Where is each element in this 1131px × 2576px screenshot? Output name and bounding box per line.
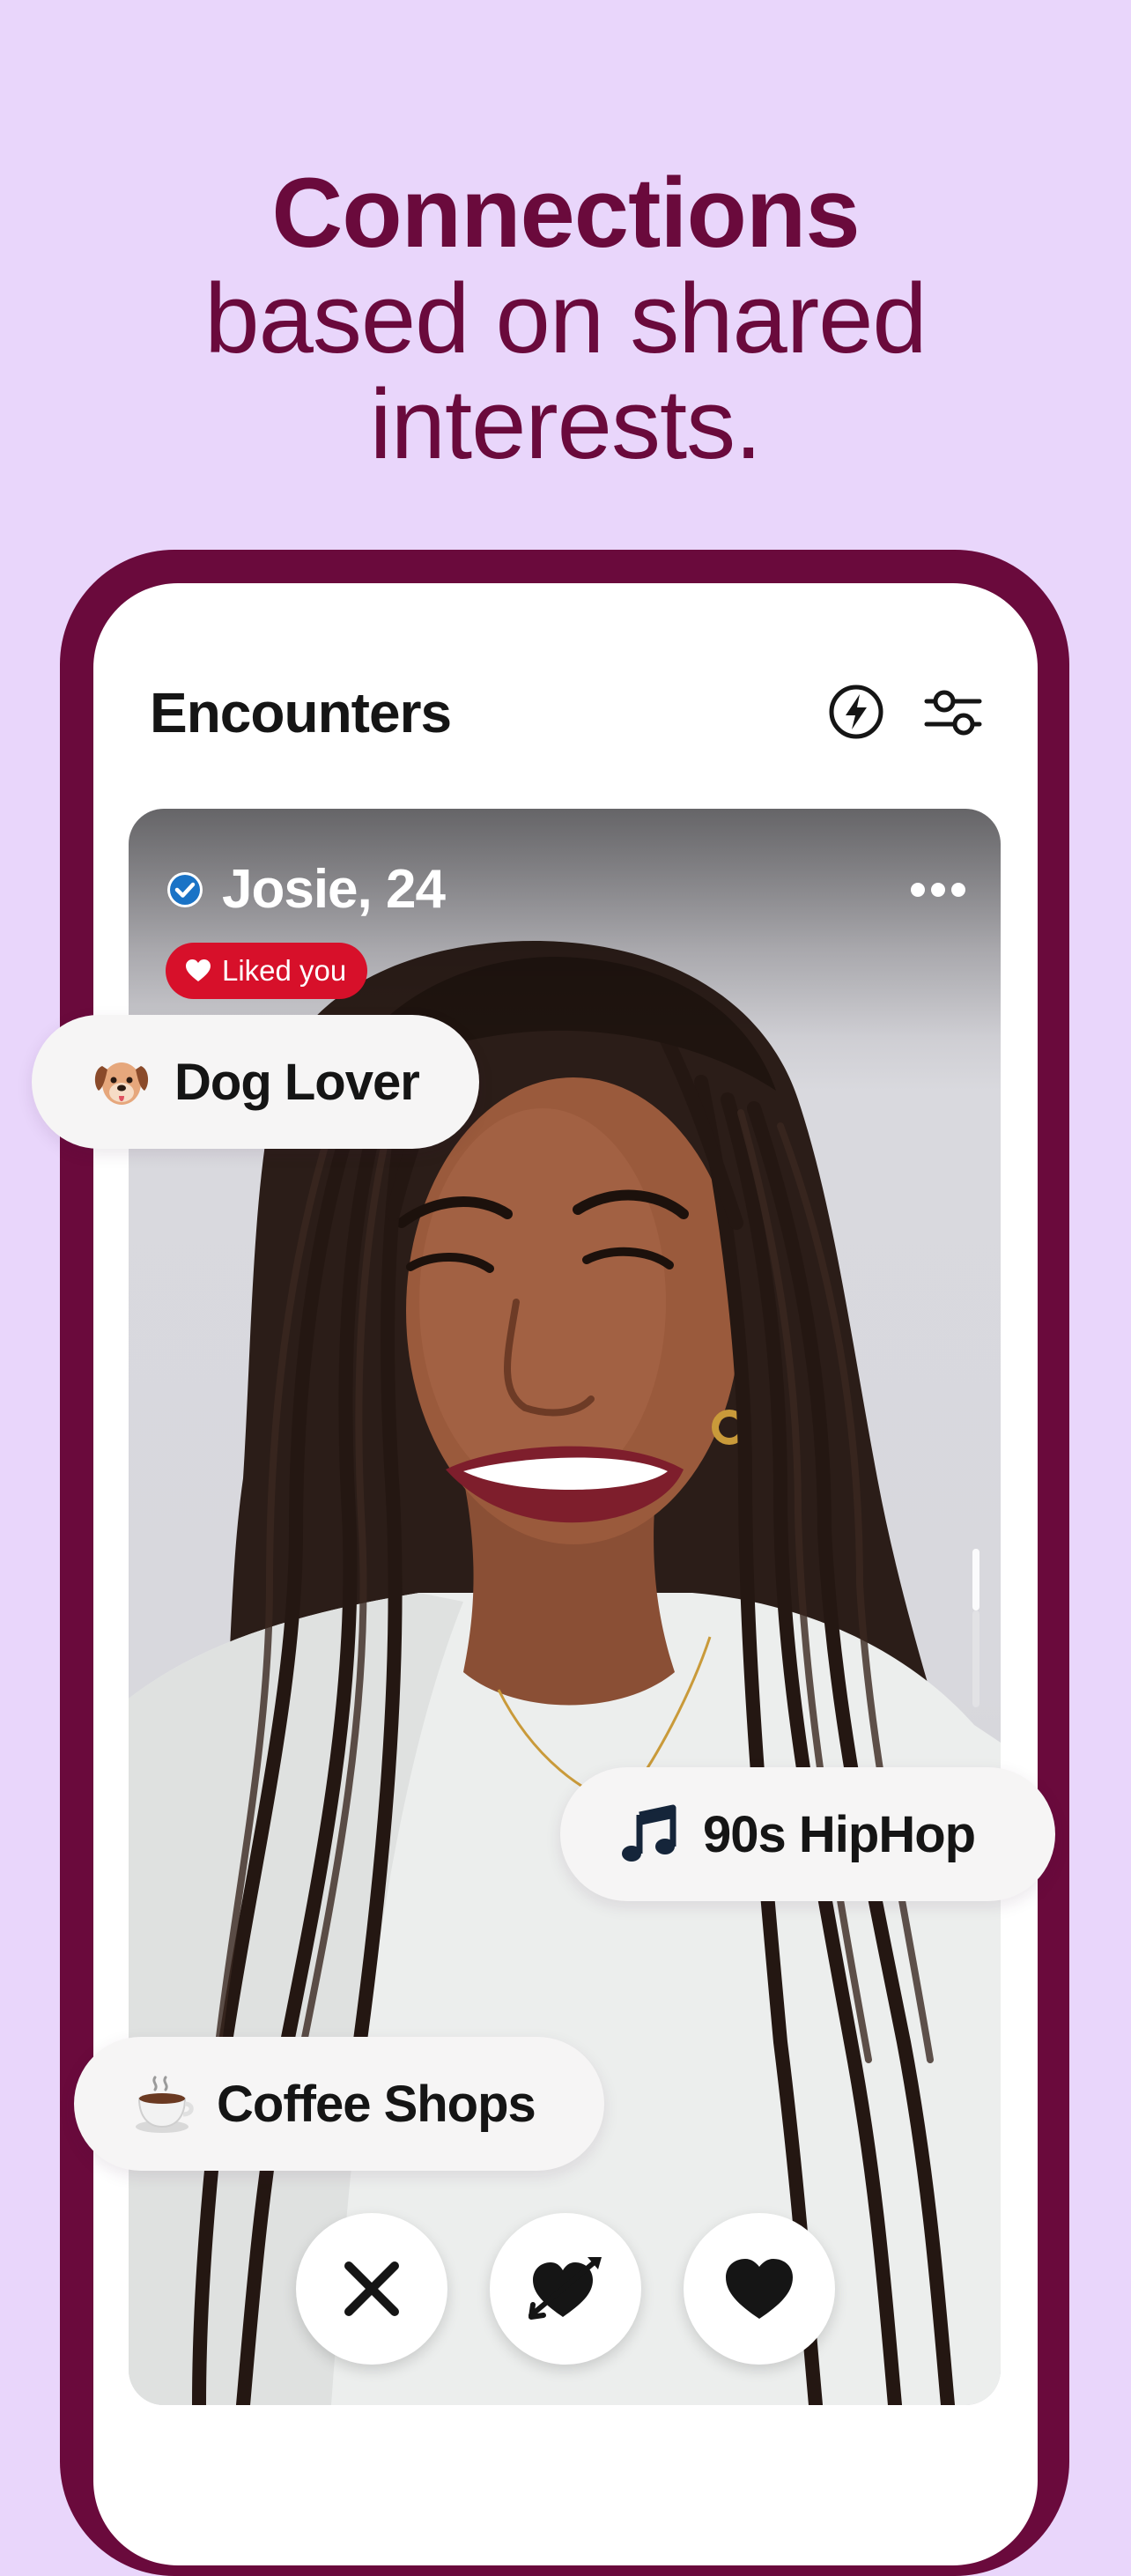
headline-bold: Connections — [271, 158, 860, 268]
interest-chip-dog-lover: Dog Lover — [32, 1015, 479, 1149]
heart-icon — [186, 959, 211, 981]
liked-you-label: Liked you — [222, 954, 347, 987]
music-note-icon — [622, 1804, 676, 1862]
pass-button[interactable] — [296, 2213, 447, 2365]
headline-line-2: based on shared — [204, 263, 927, 374]
headline-line-3: interests. — [369, 369, 762, 479]
profile-name-age: Josie, 24 — [222, 859, 446, 920]
verified-check-icon — [166, 870, 204, 909]
liked-you-badge: Liked you — [166, 943, 368, 999]
crush-button[interactable] — [490, 2213, 641, 2365]
close-icon — [344, 2261, 399, 2316]
coffee-cup-icon — [136, 2076, 194, 2133]
interest-chip-coffee-shops: Coffee Shops — [74, 2037, 604, 2171]
photo-scroll-track — [972, 1610, 979, 1707]
heart-arrow-icon — [529, 2257, 602, 2320]
interest-chip-label: Coffee Shops — [217, 2075, 536, 2133]
card-top-shade — [129, 809, 1001, 1038]
interest-chip-label: 90s HipHop — [703, 1805, 976, 1863]
dog-face-icon — [94, 1062, 149, 1105]
interest-chip-label: Dog Lover — [174, 1053, 420, 1111]
headline: Connections based on shared interests. — [0, 160, 1131, 477]
page-title: Encounters — [150, 681, 452, 744]
photo-scroll-indicator — [972, 1549, 979, 1610]
lightning-icon[interactable] — [824, 680, 888, 744]
interest-chip-90s-hiphop: 90s HipHop — [560, 1767, 1055, 1901]
like-button[interactable] — [684, 2213, 835, 2365]
more-options-icon[interactable] — [907, 872, 969, 907]
filter-sliders-icon[interactable] — [921, 680, 985, 744]
heart-icon — [726, 2259, 793, 2319]
